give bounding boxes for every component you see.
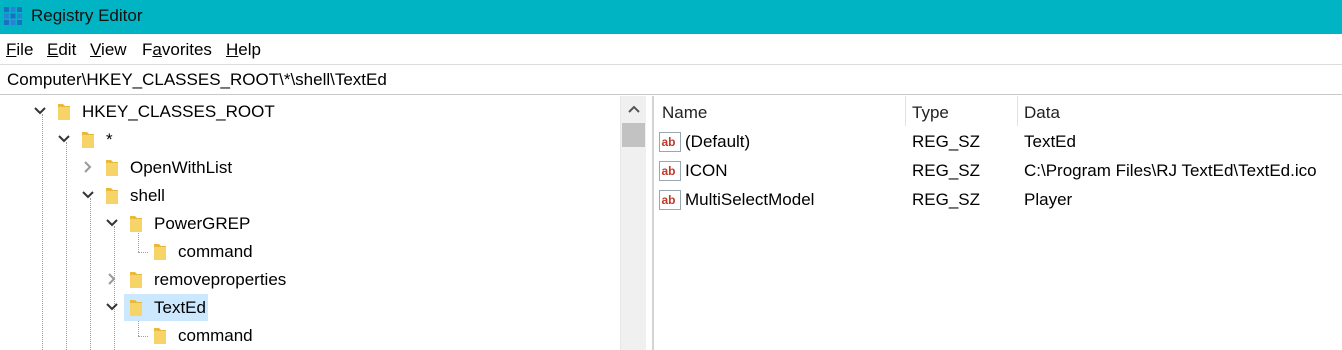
- tree-node-label: shell: [130, 186, 165, 205]
- menu-file[interactable]: File: [6, 40, 33, 60]
- tree-node-powergrep-command[interactable]: command: [0, 238, 400, 266]
- folder-icon: [130, 300, 142, 316]
- tree-node-texted[interactable]: TextEd: [0, 294, 400, 322]
- column-header-data[interactable]: Data: [1024, 103, 1060, 123]
- menu-bar: File Edit View Favorites Help: [0, 34, 1342, 64]
- tree-node-label: removeproperties: [154, 270, 287, 289]
- value-name: (Default): [685, 132, 751, 151]
- tree-node-asterisk[interactable]: *: [0, 126, 400, 154]
- tree-scrollbar[interactable]: [620, 96, 646, 350]
- chevron-down-icon[interactable]: [105, 300, 119, 314]
- folder-icon: [154, 328, 166, 344]
- tree-node-label: TextEd: [154, 298, 206, 317]
- string-value-icon: ab: [659, 132, 681, 152]
- tree-node-texted-command[interactable]: command: [0, 322, 400, 350]
- chevron-down-icon[interactable]: [33, 104, 47, 118]
- folder-icon: [130, 216, 142, 232]
- value-type: REG_SZ: [912, 132, 981, 151]
- value-name: ICON: [685, 161, 728, 180]
- address-path: Computer\HKEY_CLASSES_ROOT\*\shell\TextE…: [7, 70, 387, 89]
- folder-icon: [58, 104, 70, 120]
- tree-node-removeproperties[interactable]: removeproperties: [0, 266, 400, 294]
- scroll-thumb[interactable]: [622, 123, 645, 147]
- chevron-down-icon[interactable]: [105, 216, 119, 230]
- folder-icon: [154, 244, 166, 260]
- string-value-icon: ab: [659, 190, 681, 210]
- tree-node-label: OpenWithList: [130, 158, 233, 177]
- value-row[interactable]: ab ICON REG_SZ C:\Program Files\RJ TextE…: [656, 157, 1342, 186]
- value-row[interactable]: ab (Default) REG_SZ TextEd: [656, 128, 1342, 157]
- title-bar[interactable]: Registry Editor: [0, 0, 1342, 34]
- menu-favorites[interactable]: Favorites: [142, 40, 212, 60]
- column-header-type[interactable]: Type: [912, 103, 949, 123]
- scroll-up-arrow-icon[interactable]: [628, 104, 640, 114]
- tree-node-label: *: [106, 130, 113, 149]
- svg-text:ab: ab: [662, 164, 676, 178]
- folder-icon: [106, 188, 118, 204]
- tree-node-label: HKEY_CLASSES_ROOT: [82, 102, 275, 121]
- folder-icon: [130, 272, 142, 288]
- tree-node-hkey-classes-root[interactable]: HKEY_CLASSES_ROOT: [0, 98, 400, 126]
- tree-node-label: command: [178, 242, 253, 261]
- menu-help[interactable]: Help: [226, 40, 261, 60]
- tree-node-openwithlist[interactable]: OpenWithList: [0, 154, 400, 182]
- address-bar[interactable]: Computer\HKEY_CLASSES_ROOT\*\shell\TextE…: [0, 64, 1342, 95]
- column-header-name[interactable]: Name: [662, 103, 707, 123]
- chevron-down-icon[interactable]: [57, 132, 71, 146]
- tree-node-powergrep[interactable]: PowerGREP: [0, 210, 400, 238]
- folder-icon: [82, 132, 94, 148]
- menu-edit[interactable]: Edit: [47, 40, 76, 60]
- value-type: REG_SZ: [912, 161, 981, 180]
- chevron-right-icon[interactable]: [105, 272, 119, 286]
- key-tree: HKEY_CLASSES_ROOT * OpenWithList shell P…: [0, 96, 620, 350]
- tree-node-shell[interactable]: shell: [0, 182, 400, 210]
- value-data: C:\Program Files\RJ TextEd\TextEd.ico: [1024, 161, 1317, 180]
- folder-icon: [106, 160, 118, 176]
- value-row[interactable]: ab MultiSelectModel REG_SZ Player: [656, 186, 1342, 215]
- value-data: Player: [1024, 190, 1073, 209]
- column-divider[interactable]: [1017, 96, 1018, 126]
- chevron-down-icon[interactable]: [81, 188, 95, 202]
- value-data: TextEd: [1024, 132, 1076, 151]
- tree-node-label: PowerGREP: [154, 214, 251, 233]
- svg-text:ab: ab: [662, 135, 676, 149]
- column-divider[interactable]: [905, 96, 906, 126]
- svg-text:ab: ab: [662, 193, 676, 207]
- chevron-right-icon[interactable]: [81, 160, 95, 174]
- menu-view[interactable]: View: [90, 40, 127, 60]
- value-type: REG_SZ: [912, 190, 981, 209]
- string-value-icon: ab: [659, 161, 681, 181]
- registry-editor-icon: [4, 7, 22, 25]
- tree-node-label: command: [178, 326, 253, 345]
- window-title: Registry Editor: [31, 6, 143, 25]
- value-name: MultiSelectModel: [685, 190, 815, 209]
- pane-splitter[interactable]: [652, 96, 654, 350]
- values-list: Name Type Data ab (Default) REG_SZ TextE…: [656, 96, 1342, 350]
